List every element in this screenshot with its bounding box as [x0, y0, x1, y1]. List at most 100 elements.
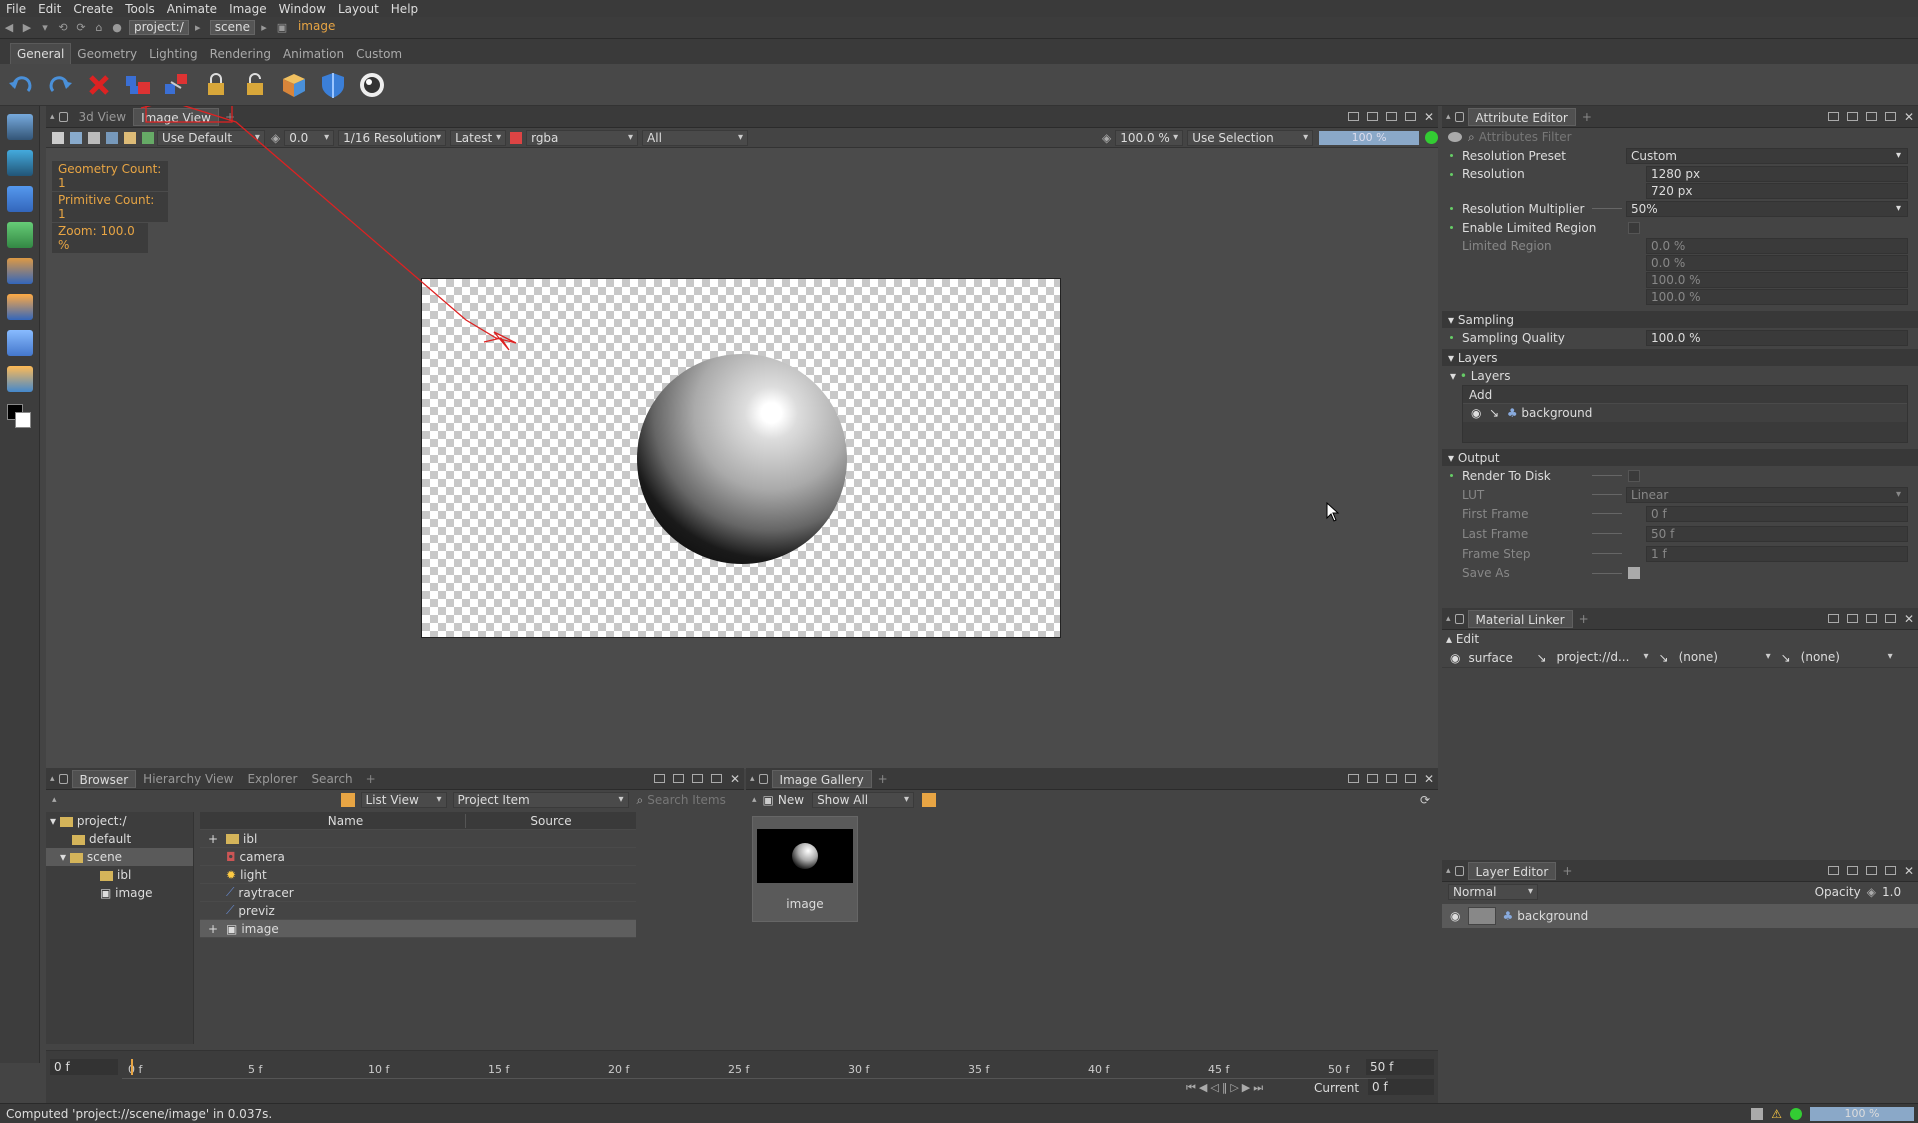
lut-dropdown[interactable]: Linear: [1626, 486, 1908, 503]
reload-icon[interactable]: ⟳: [74, 21, 88, 35]
lut-icon[interactable]: [142, 131, 154, 144]
split-v-icon[interactable]: [1366, 774, 1378, 783]
undo-icon[interactable]: [6, 70, 36, 100]
close-icon[interactable]: ✕: [1904, 110, 1914, 124]
layer-dropdown[interactable]: All: [642, 129, 748, 146]
material-dropdown[interactable]: project://d...: [1553, 650, 1653, 666]
split-cols-icon[interactable]: [1865, 112, 1877, 121]
new-snapshot-icon[interactable]: ▣: [763, 793, 774, 807]
tab-rendering[interactable]: Rendering: [204, 44, 277, 64]
color-swatch[interactable]: [5, 402, 35, 432]
view-mode-dropdown[interactable]: List View: [360, 792, 447, 808]
frame-step-field[interactable]: 1 f: [1646, 546, 1908, 562]
tab-general[interactable]: General: [10, 43, 72, 64]
visibility-icon[interactable]: ◉: [1471, 406, 1481, 420]
tree-item-scene[interactable]: ▾ scene: [46, 848, 193, 866]
item-filter-dropdown[interactable]: Project Item: [452, 792, 629, 808]
picker-tool-icon[interactable]: [6, 186, 33, 212]
breadcrumb-image[interactable]: image: [294, 20, 339, 35]
first-frame-field[interactable]: 0 f: [1646, 506, 1908, 522]
add-tab-icon[interactable]: +: [878, 772, 888, 786]
attr-filter-input[interactable]: Attributes Filter: [1479, 130, 1572, 144]
breadcrumb-project[interactable]: project:/: [129, 20, 189, 35]
compare-icon[interactable]: [922, 793, 937, 807]
tab-image-gallery[interactable]: Image Gallery: [771, 769, 872, 788]
render-image[interactable]: [421, 278, 1061, 638]
visibility-icon[interactable]: ◉: [1450, 651, 1460, 665]
status-ok-icon[interactable]: [1790, 1107, 1802, 1120]
override-dropdown-2[interactable]: (none): [1797, 650, 1897, 666]
menu-layout[interactable]: Layout: [332, 2, 385, 16]
tab-explorer[interactable]: Explorer: [240, 770, 304, 788]
split-h-icon[interactable]: [1347, 774, 1359, 783]
maximize-icon[interactable]: [710, 774, 722, 783]
tab-custom[interactable]: Custom: [350, 44, 408, 64]
playhead[interactable]: [131, 1059, 133, 1075]
split-cols-icon[interactable]: [1865, 866, 1877, 875]
close-icon[interactable]: ✕: [1904, 612, 1914, 626]
split-v-icon[interactable]: [1846, 866, 1858, 875]
rotate-tool-icon[interactable]: [6, 150, 33, 176]
collapse-icon[interactable]: ▴: [1446, 614, 1451, 624]
split-v-icon[interactable]: [1846, 112, 1858, 121]
filter-toggle-icon[interactable]: [1448, 132, 1462, 142]
list-item[interactable]: ◘ camera: [200, 848, 636, 866]
tab-lighting[interactable]: Lighting: [143, 44, 204, 64]
refresh-icon[interactable]: ⟳: [1420, 793, 1430, 807]
link-icon[interactable]: ↘: [1536, 651, 1546, 665]
link-icon[interactable]: ↘: [1781, 651, 1791, 665]
visibility-icon[interactable]: ◉: [1450, 909, 1460, 923]
limited-region-field-1[interactable]: 0.0 %: [1646, 237, 1908, 254]
region-icon[interactable]: [124, 131, 136, 144]
ungroup-icon[interactable]: [162, 70, 192, 100]
tab-layer-editor[interactable]: Layer Editor: [1467, 861, 1557, 880]
list-item[interactable]: + ▣ image: [200, 920, 636, 938]
render-status-icon[interactable]: [1425, 131, 1439, 144]
split-v-icon[interactable]: [1846, 614, 1858, 623]
tab-attribute-editor[interactable]: Attribute Editor: [1467, 107, 1576, 126]
group-icon[interactable]: [123, 70, 153, 100]
image-tool-icon[interactable]: [6, 222, 33, 248]
tab-geometry[interactable]: Geometry: [71, 44, 143, 64]
maximize-icon[interactable]: [1404, 774, 1416, 783]
collapse-icon[interactable]: ▴: [50, 112, 55, 122]
gallery-thumbnail[interactable]: image: [752, 816, 858, 922]
resolution-dropdown[interactable]: 1/16 Resolution: [338, 129, 447, 146]
selection-dropdown[interactable]: Use Selection: [1187, 129, 1314, 146]
add-tab-icon[interactable]: +: [1582, 110, 1592, 124]
timeline-ruler[interactable]: 0 f5 f 10 f 15 f 20 f 25 f 30 f 35 f 40 f 45 f 50…: [122, 1055, 1386, 1079]
show-filter-dropdown[interactable]: Show All: [812, 792, 915, 808]
add-tab-icon[interactable]: +: [225, 110, 235, 124]
list-item[interactable]: ⟋ previz: [200, 902, 636, 920]
unlock-icon[interactable]: [240, 70, 270, 100]
add-tab-icon[interactable]: +: [1579, 612, 1589, 626]
tab-search[interactable]: Search: [304, 770, 359, 788]
select-tool-icon[interactable]: [6, 330, 33, 356]
collapse-icon[interactable]: ▴: [752, 795, 757, 805]
paint-tool-icon[interactable]: [6, 258, 33, 284]
add-layer-button[interactable]: Add: [1463, 386, 1907, 404]
split-cols-icon[interactable]: [691, 774, 703, 783]
save-as-file-icon[interactable]: [1628, 567, 1640, 579]
layer-row[interactable]: ◉ ♣ background: [1442, 904, 1918, 928]
back-icon[interactable]: ◀: [2, 21, 16, 35]
maximize-icon[interactable]: [1884, 112, 1896, 121]
close-icon[interactable]: ✕: [730, 772, 740, 786]
lock-icon[interactable]: [1454, 865, 1464, 876]
edit-section[interactable]: ▴ Edit: [1442, 630, 1918, 648]
list-item[interactable]: ⟋ raytracer: [200, 884, 636, 902]
maximize-icon[interactable]: [1884, 866, 1896, 875]
exposure-field[interactable]: 0.0: [284, 129, 335, 146]
redo-icon[interactable]: [45, 70, 75, 100]
tab-material-linker[interactable]: Material Linker: [1467, 609, 1573, 628]
sampling-quality-field[interactable]: 100.0 %: [1646, 329, 1908, 346]
menu-help[interactable]: Help: [385, 2, 424, 16]
column-source[interactable]: Source: [466, 814, 636, 828]
resolution-height-field[interactable]: 720 px: [1646, 182, 1908, 199]
expand-icon[interactable]: +: [200, 832, 226, 846]
tree-item-image[interactable]: ▣ image: [46, 884, 193, 902]
maximize-icon[interactable]: [1404, 112, 1416, 121]
menu-animate[interactable]: Animate: [161, 2, 223, 16]
split-h-icon[interactable]: [1827, 614, 1839, 623]
delete-icon[interactable]: [84, 70, 114, 100]
